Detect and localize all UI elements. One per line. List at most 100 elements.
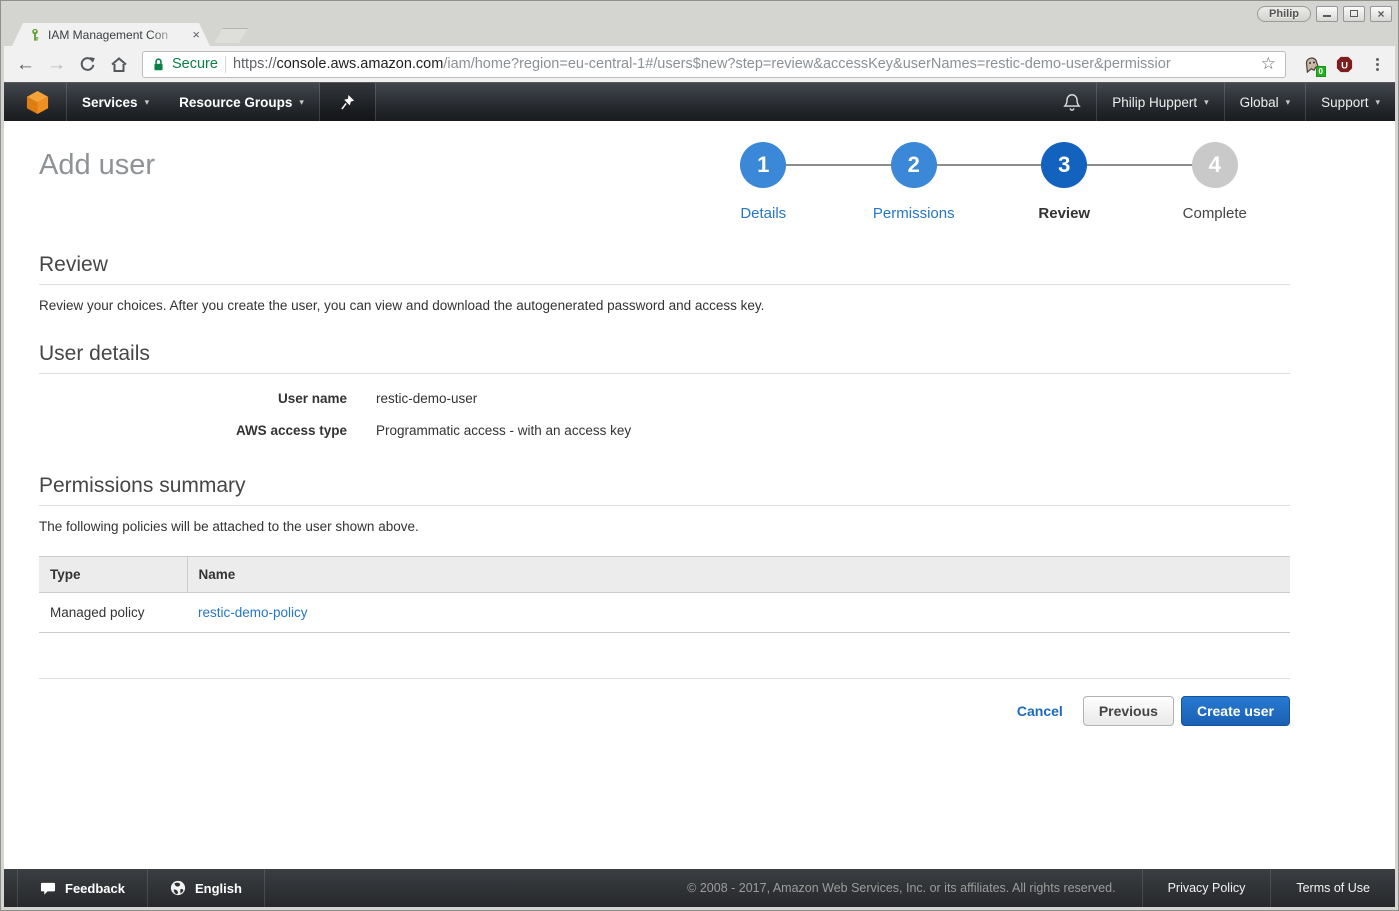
shield-icon: U bbox=[1335, 55, 1354, 74]
url-path: /iam/home?region=eu-central-1#/users$new… bbox=[443, 56, 1170, 72]
support-label: Support bbox=[1321, 95, 1368, 110]
step-complete: 4 Complete bbox=[1140, 142, 1291, 222]
chevron-down-icon: ▾ bbox=[1286, 97, 1291, 108]
browser-menu-icon[interactable] bbox=[1370, 58, 1385, 71]
services-menu[interactable]: Services ▾ bbox=[67, 83, 164, 121]
ghostery-extension-icon[interactable]: 0 bbox=[1300, 52, 1324, 76]
bell-icon bbox=[1063, 93, 1081, 112]
copyright-text: © 2008 - 2017, Amazon Web Services, Inc.… bbox=[687, 869, 1141, 907]
user-menu-label: Philip Huppert bbox=[1112, 95, 1197, 110]
home-icon[interactable] bbox=[105, 56, 132, 73]
step-circle: 4 bbox=[1192, 142, 1238, 188]
policy-name-link[interactable]: restic-demo-policy bbox=[198, 605, 308, 620]
tab-strip: IAM Management Con × bbox=[4, 23, 1395, 46]
url-text: https://console.aws.amazon.com/iam/home?… bbox=[233, 56, 1250, 72]
previous-button[interactable]: Previous bbox=[1083, 696, 1174, 726]
wizard-header: Add user 1 Details 2 Permissions 3 Revie… bbox=[39, 142, 1290, 222]
secure-label: Secure bbox=[172, 56, 218, 72]
language-label: English bbox=[195, 881, 242, 896]
step-label: Review bbox=[1038, 205, 1090, 222]
chevron-down-icon: ▾ bbox=[1204, 97, 1209, 108]
field-label: AWS access type bbox=[39, 423, 347, 438]
region-menu[interactable]: Global ▾ bbox=[1225, 83, 1306, 121]
forward-icon: → bbox=[43, 55, 70, 74]
pin-shortcut-button[interactable] bbox=[320, 83, 375, 121]
page-title: Add user bbox=[39, 149, 155, 182]
cancel-button[interactable]: Cancel bbox=[1017, 703, 1063, 719]
window-minimize-button[interactable] bbox=[1316, 6, 1338, 22]
wizard-actions: Cancel Previous Create user bbox=[39, 696, 1290, 726]
speech-bubble-icon bbox=[40, 881, 56, 896]
globe-icon bbox=[170, 880, 186, 896]
close-icon: × bbox=[1377, 9, 1384, 19]
lock-icon bbox=[152, 57, 165, 72]
aws-footer: Feedback English © 2008 - 2017, Amazon W… bbox=[4, 869, 1395, 907]
step-review[interactable]: 3 Review bbox=[989, 142, 1140, 222]
aws-navbar: Services ▾ Resource Groups ▾ Phili bbox=[4, 82, 1395, 121]
tab-iam-console[interactable]: IAM Management Con × bbox=[12, 23, 210, 46]
new-tab-button[interactable] bbox=[214, 28, 248, 43]
divider bbox=[39, 284, 1290, 285]
browser-toolbar: ← → Secure https://console.aws.amazon.co… bbox=[4, 46, 1395, 82]
user-menu[interactable]: Philip Huppert ▾ bbox=[1097, 83, 1223, 121]
tab-title: IAM Management Con bbox=[48, 28, 184, 42]
user-details-heading: User details bbox=[39, 342, 1290, 366]
tab-close-icon[interactable]: × bbox=[190, 28, 202, 41]
window-titlebar: Philip × bbox=[4, 1, 1395, 23]
chevron-down-icon: ▾ bbox=[299, 97, 304, 108]
policy-type-cell: Managed policy bbox=[39, 593, 187, 633]
bookmark-star-icon[interactable]: ☆ bbox=[1261, 54, 1276, 74]
step-details[interactable]: 1 Details bbox=[688, 142, 839, 222]
feedback-button[interactable]: Feedback bbox=[17, 869, 148, 907]
browser-window: Philip × IAM Management Con × ← → bbox=[0, 0, 1399, 911]
step-permissions[interactable]: 2 Permissions bbox=[839, 142, 990, 222]
maximize-icon bbox=[1350, 10, 1358, 17]
resource-groups-menu[interactable]: Resource Groups ▾ bbox=[164, 83, 319, 121]
table-row: Managed policy restic-demo-policy bbox=[39, 593, 1290, 633]
field-value: Programmatic access - with an access key bbox=[376, 423, 631, 438]
feedback-label: Feedback bbox=[65, 881, 125, 896]
step-circle: 2 bbox=[891, 142, 937, 188]
url-domain: console.aws.amazon.com bbox=[276, 56, 443, 72]
review-description: Review your choices. After you create th… bbox=[39, 298, 1290, 313]
permissions-description: The following policies will be attached … bbox=[39, 519, 1290, 534]
support-menu[interactable]: Support ▾ bbox=[1306, 83, 1395, 121]
divider bbox=[39, 373, 1290, 374]
reload-icon[interactable] bbox=[74, 56, 101, 73]
create-user-button[interactable]: Create user bbox=[1181, 696, 1290, 726]
window-title: Philip bbox=[1257, 6, 1311, 22]
back-icon[interactable]: ← bbox=[12, 55, 39, 74]
ghostery-badge: 0 bbox=[1316, 66, 1326, 77]
page-content: Add user 1 Details 2 Permissions 3 Revie… bbox=[4, 121, 1395, 869]
services-label: Services bbox=[82, 95, 138, 110]
step-label: Details bbox=[740, 205, 786, 222]
url-divider bbox=[225, 56, 226, 73]
ublock-extension-icon[interactable]: U bbox=[1332, 52, 1356, 76]
step-label: Permissions bbox=[873, 205, 955, 222]
aws-cube-icon bbox=[25, 89, 50, 116]
resource-groups-label: Resource Groups bbox=[179, 95, 292, 110]
region-label: Global bbox=[1240, 95, 1279, 110]
aws-logo[interactable] bbox=[4, 83, 66, 121]
privacy-policy-link[interactable]: Privacy Policy bbox=[1142, 869, 1271, 907]
key-favicon-icon bbox=[28, 28, 42, 42]
divider bbox=[39, 678, 1290, 679]
field-user-name: User name restic-demo-user bbox=[39, 391, 1290, 406]
url-bar[interactable]: Secure https://console.aws.amazon.com/ia… bbox=[142, 51, 1286, 78]
window-maximize-button[interactable] bbox=[1343, 6, 1365, 22]
step-circle: 1 bbox=[740, 142, 786, 188]
chevron-down-icon: ▾ bbox=[145, 97, 150, 108]
terms-of-use-link[interactable]: Terms of Use bbox=[1270, 869, 1395, 907]
step-label: Complete bbox=[1183, 205, 1247, 222]
minimize-icon bbox=[1323, 10, 1331, 17]
review-heading: Review bbox=[39, 253, 1290, 277]
window-close-button[interactable]: × bbox=[1370, 6, 1392, 22]
pushpin-icon bbox=[340, 94, 355, 111]
notifications-button[interactable] bbox=[1048, 83, 1096, 121]
column-header-type: Type bbox=[39, 557, 187, 593]
language-button[interactable]: English bbox=[148, 869, 265, 907]
nav-separator bbox=[375, 83, 376, 121]
policies-table: Type Name Managed policy restic-demo-pol… bbox=[39, 556, 1290, 633]
field-label: User name bbox=[39, 391, 347, 406]
permissions-heading: Permissions summary bbox=[39, 474, 1290, 498]
